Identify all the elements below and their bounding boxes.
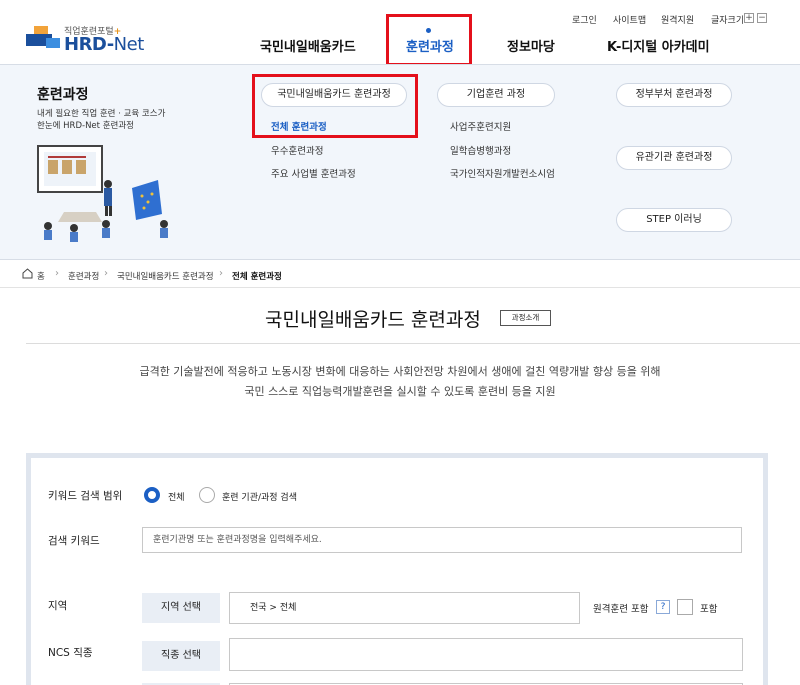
menu-employer-support[interactable]: 사업주훈련지원 (450, 119, 511, 133)
training-illustration (37, 145, 168, 242)
mega-description: 내게 필요한 직업 훈련 · 교육 코스가 한눈에 HRD-Net 훈련과정 (37, 109, 166, 131)
region-value: 전국 > 전체 (229, 592, 580, 624)
region-label: 지역 (48, 600, 68, 612)
nav-info[interactable]: 정보마당 (507, 36, 555, 55)
font-decrease-button[interactable]: − (757, 13, 767, 23)
page-description-1: 급격한 기술발전에 적응하고 노동시장 변화에 대응하는 사회안전망 차원에서 … (139, 365, 661, 378)
nav-kdigital[interactable]: K-디지털 아카데미 (607, 36, 710, 55)
menu-government-training[interactable]: 정부부처 훈련과정 (616, 83, 732, 107)
remote-include-label: 포함 (700, 604, 718, 615)
chevron-right-icon: › (55, 268, 59, 279)
ncs-label: NCS 직종 (48, 647, 93, 659)
breadcrumb-training[interactable]: 훈련과정 (68, 270, 99, 282)
menu-agency-training[interactable]: 유관기관 훈련과정 (616, 146, 732, 170)
font-increase-button[interactable]: + (744, 13, 754, 23)
remote-include-checkbox[interactable] (677, 599, 693, 615)
page-description-2: 국민 스스로 직업능력개발훈련을 실시할 수 있도록 훈련비 등을 지원 (244, 385, 556, 398)
menu-major-business-training[interactable]: 주요 사업별 훈련과정 (271, 166, 356, 180)
menu-all-training[interactable]: 전체 훈련과정 (271, 119, 327, 133)
mega-title: 훈련과정 (37, 87, 89, 103)
scope-org-label: 훈련 기관/과정 검색 (222, 493, 297, 503)
home-icon[interactable] (22, 268, 33, 279)
menu-consortium[interactable]: 국가인적자원개발컨소시엄 (450, 166, 555, 180)
breadcrumb-card-training[interactable]: 국민내일배움카드 훈련과정 (117, 270, 214, 282)
breadcrumb-current: 전체 훈련과정 (232, 272, 282, 282)
breadcrumb-home[interactable]: 홈 (37, 270, 45, 282)
page-title: 국민내일배움카드 훈련과정 (265, 309, 481, 331)
logo-icon (26, 26, 60, 48)
logo-text: HRD-Net (64, 34, 144, 55)
highlight-box (386, 14, 472, 66)
scope-org-radio[interactable] (199, 487, 215, 503)
keyword-input[interactable]: 훈련기관명 또는 훈련과정명을 입력해주세요. (142, 527, 742, 553)
login-link[interactable]: 로그인 (572, 13, 597, 26)
chevron-right-icon: › (104, 268, 108, 279)
help-icon[interactable]: ? (656, 600, 670, 614)
menu-step-elearning[interactable]: STEP 이러닝 (616, 208, 732, 232)
course-intro-button[interactable]: 과정소개 (500, 310, 551, 326)
remote-support-link[interactable]: 원격지원 (661, 13, 694, 26)
ncs-select-button[interactable]: 직종 선택 (142, 641, 220, 671)
region-select-button[interactable]: 지역 선택 (142, 593, 220, 623)
sitemap-link[interactable]: 사이트맵 (613, 13, 646, 26)
remote-training-label: 원격훈련 포함 (593, 604, 649, 615)
scope-all-radio[interactable] (144, 487, 160, 503)
font-size-label: 글자크기 (711, 16, 745, 26)
menu-excellent-training[interactable]: 우수훈련과정 (271, 143, 323, 157)
chevron-right-icon: › (219, 268, 223, 279)
divider (26, 343, 800, 344)
keyword-label: 검색 키워드 (48, 535, 100, 547)
nav-card[interactable]: 국민내일배움카드 (260, 36, 356, 55)
menu-company-training[interactable]: 기업훈련 과정 (437, 83, 555, 107)
ncs-value (229, 638, 743, 671)
scope-all-label: 전체 (168, 493, 185, 503)
menu-work-study[interactable]: 일학습병행과정 (450, 143, 511, 157)
keyword-scope-label: 키워드 검색 범위 (48, 490, 123, 502)
